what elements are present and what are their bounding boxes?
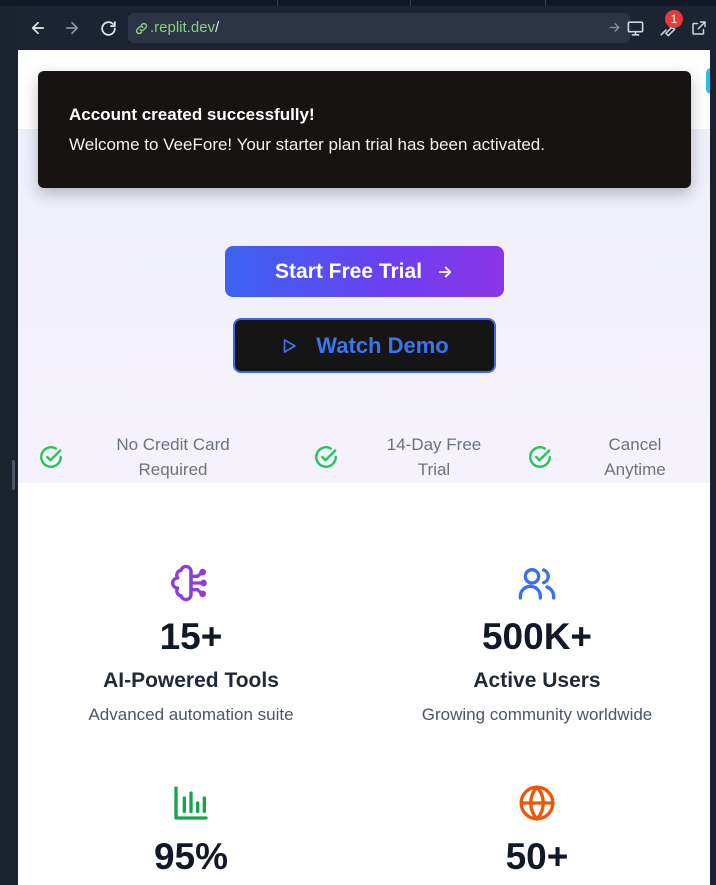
- stat-title: Active Users: [473, 669, 601, 692]
- check-circle-icon: [315, 446, 337, 468]
- resize-handle[interactable]: [12, 460, 15, 490]
- header-accent: [706, 68, 710, 94]
- stat-value: 50+: [505, 836, 569, 877]
- stat-countries: 50+: [364, 783, 710, 879]
- stat-percentage: 95%: [18, 783, 364, 879]
- back-button[interactable]: [26, 16, 50, 40]
- external-link-icon: [692, 21, 706, 35]
- stat-value: 95%: [153, 836, 229, 877]
- feature-line-2: Required: [138, 460, 208, 479]
- start-free-trial-label: Start Free Trial: [274, 259, 423, 283]
- stat-ai-tools: 15+ AI-Powered Tools Advanced automation…: [18, 563, 364, 727]
- success-toast[interactable]: Account created successfully! Welcome to…: [38, 71, 691, 188]
- devices-button[interactable]: [623, 16, 647, 40]
- stat-title: AI-Powered Tools: [103, 669, 279, 692]
- go-arrow-icon[interactable]: [607, 20, 622, 40]
- brain-circuit-icon: [171, 564, 207, 602]
- watch-demo-button[interactable]: Watch Demo: [233, 318, 496, 373]
- forward-button[interactable]: [60, 16, 84, 40]
- url-text: .replit.dev/: [150, 19, 219, 36]
- toast-message: Welcome to VeeFore! Your starter plan tr…: [69, 135, 545, 154]
- globe-icon: [519, 785, 555, 821]
- stat-description: Growing community worldwide: [421, 705, 653, 724]
- toast-title: Account created successfully!: [69, 105, 315, 124]
- reload-icon: [100, 20, 116, 36]
- arrow-left-icon: [31, 21, 45, 35]
- feature-text: No Credit Card Required: [78, 432, 268, 482]
- stats-section: 15+ AI-Powered Tools Advanced automation…: [18, 483, 710, 885]
- feature-line-1: 14-Day Free: [386, 435, 482, 454]
- start-free-trial-button[interactable]: Start Free Trial: [225, 246, 504, 297]
- bar-chart-icon: [174, 786, 208, 820]
- feature-cancel-anytime: Cancel Anytime: [527, 432, 705, 482]
- watch-demo-label: Watch Demo: [316, 332, 449, 358]
- feature-no-credit-card: No Credit Card Required: [38, 432, 268, 482]
- play-icon: [283, 338, 297, 353]
- browser-toolbar: .replit.dev/: [18, 6, 716, 50]
- check-circle-icon: [40, 446, 62, 468]
- users-icon: [518, 568, 556, 600]
- feature-line-2: Anytime: [604, 460, 666, 479]
- reload-button[interactable]: [96, 16, 120, 40]
- feature-line-2: Trial: [417, 460, 451, 479]
- side-rail: [0, 50, 18, 885]
- arrow-right-icon: [438, 266, 452, 277]
- monitor-icon: [627, 20, 643, 36]
- notification-badge: 1: [665, 10, 683, 28]
- feature-line-1: Cancel: [608, 435, 662, 454]
- browser-window: .replit.dev/ 1 Start Free Trial Watch De…: [0, 0, 716, 885]
- feature-free-trial: 14-Day Free Trial: [313, 432, 519, 482]
- stat-description: Advanced automation suite: [88, 705, 294, 724]
- link-icon: [134, 21, 149, 41]
- check-circle-icon: [529, 446, 551, 468]
- stat-value: 15+: [159, 616, 223, 657]
- address-bar[interactable]: .replit.dev/: [128, 13, 630, 43]
- stat-value: 500K+: [481, 616, 593, 657]
- feature-text: Cancel Anytime: [565, 432, 705, 482]
- arrow-right-icon: [65, 21, 79, 35]
- open-external-button[interactable]: [687, 16, 711, 40]
- stat-active-users: 500K+ Active Users Growing community wor…: [364, 563, 710, 727]
- feature-line-1: No Credit Card: [116, 435, 230, 454]
- feature-text: 14-Day Free Trial: [349, 432, 519, 482]
- url-path: /: [215, 19, 220, 36]
- url-host: .replit.dev: [150, 19, 216, 36]
